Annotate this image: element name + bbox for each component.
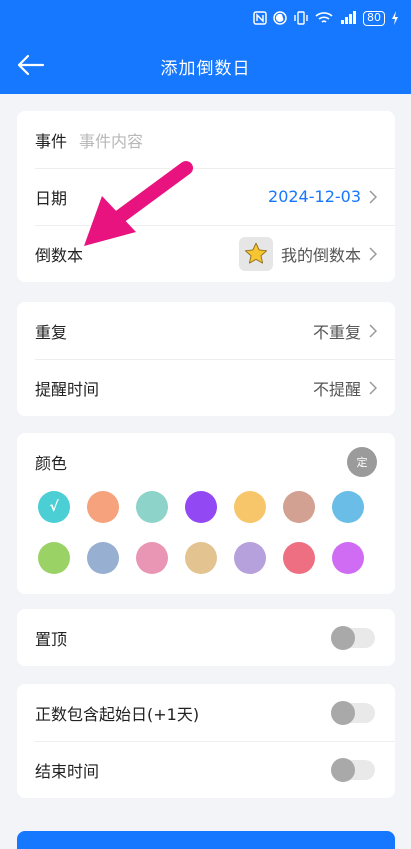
nfc-icon — [253, 11, 267, 25]
toggle-knob — [331, 757, 355, 782]
color-swatch[interactable] — [332, 542, 364, 574]
reminder-value: 不提醒 — [312, 379, 361, 399]
signal-icon — [339, 11, 357, 25]
chevron-right-icon — [369, 323, 379, 338]
pin-label: 置顶 — [35, 629, 68, 649]
color-swatch[interactable] — [234, 542, 266, 574]
event-row[interactable]: 事件 事件内容 — [17, 111, 395, 168]
toggle-knob — [331, 625, 355, 650]
pin-row: 置顶 — [17, 609, 395, 666]
reminder-row[interactable]: 提醒时间 不提醒 — [17, 359, 395, 416]
checkmark-icon: √ — [49, 499, 59, 515]
color-label: 颜色 — [35, 454, 68, 473]
vibrate-icon — [293, 11, 309, 25]
color-swatch[interactable] — [136, 491, 168, 523]
date-row[interactable]: 日期 2024-12-03 — [17, 168, 395, 225]
do-not-disturb-icon — [273, 11, 287, 25]
include-start-toggle[interactable] — [331, 700, 375, 725]
pin-toggle[interactable] — [331, 625, 375, 650]
toggle-knob — [331, 700, 355, 725]
date-label: 日期 — [35, 188, 68, 208]
header-bar: 80 添加倒数日 — [0, 0, 411, 94]
color-swatch[interactable] — [332, 491, 364, 523]
star-icon — [238, 236, 273, 271]
color-swatch[interactable] — [185, 542, 217, 574]
countdown-book-label: 倒数本 — [35, 245, 84, 265]
event-label: 事件 — [35, 131, 68, 151]
color-swatch[interactable] — [136, 542, 168, 574]
repeat-row[interactable]: 重复 不重复 — [17, 302, 395, 359]
battery-indicator: 80 — [363, 10, 385, 26]
charging-icon — [391, 11, 399, 25]
color-swatch[interactable] — [185, 491, 217, 523]
custom-color-button[interactable]: 定 — [347, 447, 377, 477]
schedule-card: 重复 不重复 提醒时间 不提醒 — [17, 302, 395, 416]
end-time-toggle[interactable] — [331, 757, 375, 782]
repeat-label: 重复 — [35, 322, 68, 342]
end-time-row: 结束时间 — [17, 741, 395, 798]
color-swatch[interactable] — [283, 491, 315, 523]
end-time-label: 结束时间 — [35, 761, 100, 781]
color-swatch[interactable] — [38, 542, 70, 574]
options-card: 正数包含起始日(+1天) 结束时间 — [17, 684, 395, 798]
chevron-right-icon — [369, 246, 379, 261]
color-swatch[interactable] — [234, 491, 266, 523]
repeat-value: 不重复 — [312, 322, 361, 342]
include-start-row: 正数包含起始日(+1天) — [17, 684, 395, 741]
color-swatch[interactable] — [87, 542, 119, 574]
save-button[interactable] — [17, 831, 395, 849]
color-swatch[interactable] — [87, 491, 119, 523]
chevron-right-icon — [369, 380, 379, 395]
status-bar: 80 — [0, 0, 411, 36]
countdown-book-value: 我的倒数本 — [280, 245, 361, 265]
pin-card: 置顶 — [17, 609, 395, 666]
reminder-label: 提醒时间 — [35, 379, 100, 399]
color-swatch-grid: √ — [17, 491, 395, 594]
date-value: 2024-12-03 — [268, 187, 361, 206]
nav-bar: 添加倒数日 — [0, 40, 411, 94]
color-swatch[interactable] — [283, 542, 315, 574]
wifi-icon — [315, 11, 333, 25]
event-input[interactable]: 事件内容 — [79, 128, 143, 152]
countdown-book-row[interactable]: 倒数本 我的倒数本 — [17, 225, 395, 282]
color-card: 颜色 定 √ — [17, 433, 395, 594]
include-start-label: 正数包含起始日(+1天) — [35, 704, 200, 724]
chevron-right-icon — [369, 189, 379, 204]
color-swatch[interactable]: √ — [38, 491, 70, 523]
page-title: 添加倒数日 — [160, 59, 251, 79]
color-header: 颜色 定 — [17, 433, 395, 491]
event-details-card: 事件 事件内容 日期 2024-12-03 倒数本 我的倒数本 — [17, 111, 395, 282]
